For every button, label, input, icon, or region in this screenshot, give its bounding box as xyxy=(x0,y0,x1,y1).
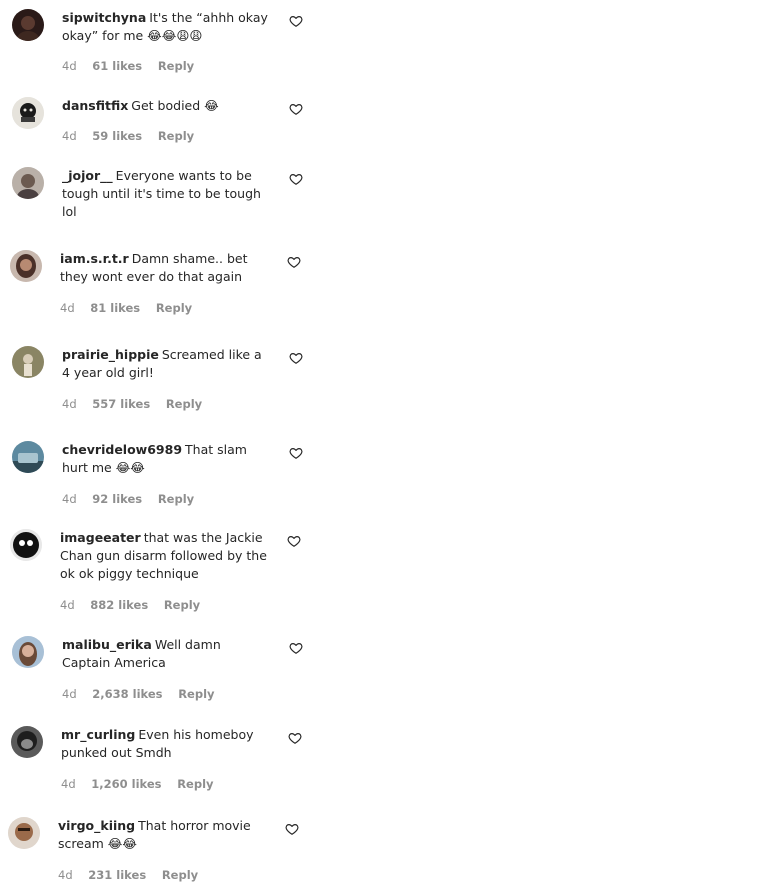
comment-time[interactable]: 4d xyxy=(62,59,77,73)
comment-body: sipwitchyna It's the “ahhh okay okay” for… xyxy=(62,9,272,45)
comment-likes[interactable]: 81 likes xyxy=(90,301,140,315)
comment-time[interactable]: 4d xyxy=(62,397,77,411)
reply-button[interactable]: Reply xyxy=(166,397,202,411)
avatar[interactable] xyxy=(12,636,44,668)
comment-meta: 4d 231 likes Reply xyxy=(58,868,198,882)
avatar[interactable] xyxy=(8,817,40,849)
comment-likes[interactable]: 882 likes xyxy=(90,598,148,612)
comment-time[interactable]: 4d xyxy=(62,129,77,143)
heart-icon[interactable] xyxy=(289,14,303,28)
avatar[interactable] xyxy=(10,250,42,282)
comment-meta: 4d 61 likes Reply xyxy=(62,59,194,73)
reply-button[interactable]: Reply xyxy=(158,129,194,143)
comment-meta: 4d 1,260 likes Reply xyxy=(61,777,214,791)
comment-username[interactable]: sipwitchyna xyxy=(62,10,146,25)
comment-time[interactable]: 4d xyxy=(60,301,75,315)
comment-body: dansfitfix Get bodied 😂 xyxy=(62,97,272,115)
comment-likes[interactable]: 2,638 likes xyxy=(92,687,162,701)
comment-body: virgo_kiing That horror movie scream 😂😂 xyxy=(58,817,268,853)
comment-body: prairie_hippie Screamed like a 4 year old… xyxy=(62,346,272,382)
comment-username[interactable]: mr_curling xyxy=(61,727,135,742)
comment-body: malibu_erika Well damn Captain America xyxy=(62,636,272,672)
heart-icon[interactable] xyxy=(289,351,303,365)
reply-button[interactable]: Reply xyxy=(177,777,213,791)
comment-meta: 4d 92 likes Reply xyxy=(62,492,194,506)
heart-icon[interactable] xyxy=(289,102,303,116)
avatar[interactable] xyxy=(12,441,44,473)
comment-time[interactable]: 4d xyxy=(62,492,77,506)
comment-username[interactable]: iam.s.r.t.r xyxy=(60,251,129,266)
comment-username[interactable]: virgo_kiing xyxy=(58,818,135,833)
avatar[interactable] xyxy=(11,726,43,758)
comment-meta: 4d 59 likes Reply xyxy=(62,129,194,143)
comment-meta: 4d 81 likes Reply xyxy=(60,301,192,315)
comment-body: chevridelow6989 That slam hurt me 😂😂 xyxy=(62,441,272,477)
heart-icon[interactable] xyxy=(288,731,302,745)
comment-time[interactable]: 4d xyxy=(61,777,76,791)
reply-button[interactable]: Reply xyxy=(178,687,214,701)
reply-button[interactable]: Reply xyxy=(162,868,198,882)
comment-text: Get bodied 😂 xyxy=(131,98,219,113)
avatar[interactable] xyxy=(12,9,44,41)
avatar[interactable] xyxy=(12,346,44,378)
heart-icon[interactable] xyxy=(285,822,299,836)
comment-likes[interactable]: 92 likes xyxy=(92,492,142,506)
heart-icon[interactable] xyxy=(287,534,301,548)
comment-meta: 4d 882 likes Reply xyxy=(60,598,200,612)
comment-time[interactable]: 4d xyxy=(60,598,75,612)
comments-list: sipwitchyna It's the “ahhh okay okay” for… xyxy=(0,0,759,895)
comment-likes[interactable]: 231 likes xyxy=(88,868,146,882)
comment-username[interactable]: imageeater xyxy=(60,530,141,545)
comment-username[interactable]: malibu_erika xyxy=(62,637,152,652)
comment-body: mr_curling Even his homeboy punked out Sm… xyxy=(61,726,271,762)
reply-button[interactable]: Reply xyxy=(164,598,200,612)
comment-likes[interactable]: 61 likes xyxy=(92,59,142,73)
reply-button[interactable]: Reply xyxy=(156,301,192,315)
comment-username[interactable]: prairie_hippie xyxy=(62,347,159,362)
reply-button[interactable]: Reply xyxy=(158,59,194,73)
comment-username[interactable]: _jojor__ xyxy=(62,168,113,183)
comment-body: _jojor__ Everyone wants to be tough until… xyxy=(62,167,272,221)
avatar[interactable] xyxy=(12,167,44,199)
comment-username[interactable]: dansfitfix xyxy=(62,98,128,113)
comment-likes[interactable]: 1,260 likes xyxy=(91,777,161,791)
comment-meta: 4d 2,638 likes Reply xyxy=(62,687,215,701)
avatar[interactable] xyxy=(10,529,42,561)
comment-username[interactable]: chevridelow6989 xyxy=(62,442,182,457)
reply-button[interactable]: Reply xyxy=(158,492,194,506)
heart-icon[interactable] xyxy=(289,446,303,460)
avatar[interactable] xyxy=(12,97,44,129)
comment-likes[interactable]: 557 likes xyxy=(92,397,150,411)
comment-likes[interactable]: 59 likes xyxy=(92,129,142,143)
heart-icon[interactable] xyxy=(289,172,303,186)
heart-icon[interactable] xyxy=(289,641,303,655)
comment-time[interactable]: 4d xyxy=(58,868,73,882)
comment-time[interactable]: 4d xyxy=(62,687,77,701)
heart-icon[interactable] xyxy=(287,255,301,269)
comment-body: iam.s.r.t.r Damn shame.. bet they wont ev… xyxy=(60,250,270,286)
comment-meta: 4d 557 likes Reply xyxy=(62,397,202,411)
comment-body: imageeater that was the Jackie Chan gun d… xyxy=(60,529,270,583)
